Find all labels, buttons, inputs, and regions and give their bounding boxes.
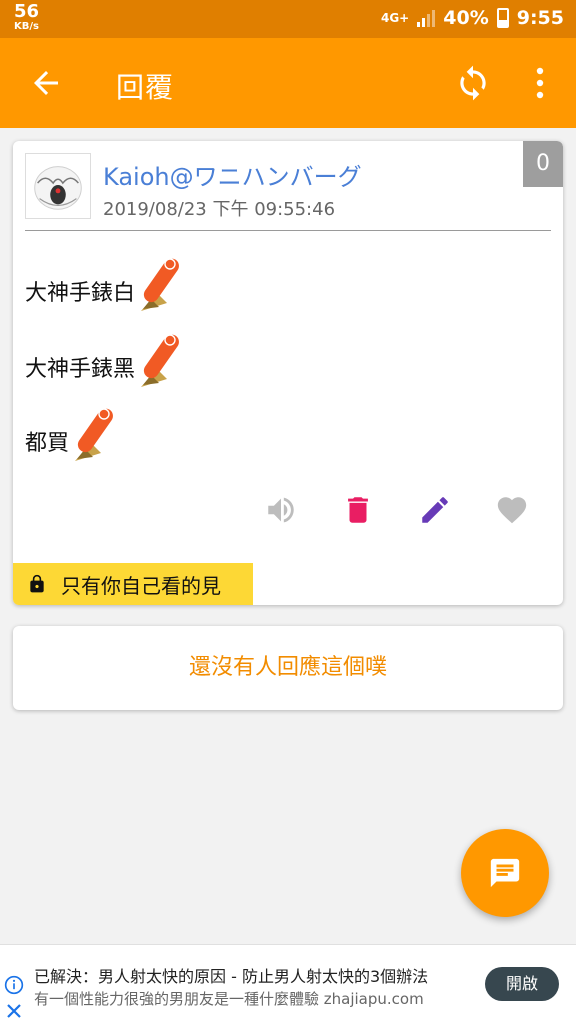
divider xyxy=(25,230,551,231)
privacy-label: 只有你自己看的見 xyxy=(13,563,253,605)
ad-title[interactable]: 已解決：男人射太快的原因 - 防止男人射太快的3個辦法 xyxy=(34,963,428,987)
post-line-text: 大神手錶白 xyxy=(25,281,136,306)
volume-icon[interactable] xyxy=(264,493,298,527)
network-speed-unit: KB/s xyxy=(14,21,39,32)
author-name[interactable]: Kaioh@ワニハンバーグ xyxy=(103,157,362,192)
network-speed-value: 56 xyxy=(14,1,40,22)
battery-percent: 40% xyxy=(443,7,489,29)
response-count-badge: 0 xyxy=(523,141,563,187)
lucky-stick-emoji-icon xyxy=(141,334,179,387)
post-line: 大神手錶白 xyxy=(25,253,183,313)
post-line-text: 大神手錶黑 xyxy=(25,357,136,382)
post-line: 都買 xyxy=(25,403,117,463)
reply-fab[interactable] xyxy=(461,829,549,917)
lucky-stick-emoji-icon xyxy=(141,258,179,311)
post-timestamp: 2019/08/23 下午 09:55:46 xyxy=(103,199,336,220)
battery-icon xyxy=(496,8,509,28)
post-actions xyxy=(13,493,563,529)
post-line: 大神手錶黑 xyxy=(25,329,183,389)
privacy-text: 只有你自己看的見 xyxy=(61,573,221,598)
ad-banner[interactable]: 已解決：男人射太快的原因 - 防止男人射太快的3個辦法 有一個性能力很強的男朋友… xyxy=(0,944,576,1024)
comment-icon xyxy=(490,858,520,888)
app-bar: 回覆 xyxy=(0,38,576,128)
arrow-left-icon[interactable] xyxy=(28,65,64,101)
post-card: Kaioh@ワニハンバーグ 2019/08/23 下午 09:55:46 0 大… xyxy=(13,141,563,605)
status-bar: 56 KB/s 4G+ 40% 9:55 xyxy=(0,0,576,38)
pencil-icon[interactable] xyxy=(418,493,452,527)
page-title: 回覆 xyxy=(116,71,175,104)
lucky-stick-emoji-icon xyxy=(75,408,113,461)
heart-icon[interactable] xyxy=(495,493,529,527)
network-type: 4G+ xyxy=(380,11,410,25)
avatar[interactable] xyxy=(25,153,91,219)
signal-icon xyxy=(417,9,436,27)
ad-open-button[interactable]: 開啟 xyxy=(485,967,559,1001)
more-vert-icon[interactable] xyxy=(530,66,550,100)
clock: 9:55 xyxy=(516,7,564,29)
close-icon[interactable] xyxy=(6,1003,22,1019)
ad-subtitle: 有一個性能力很強的男朋友是一種什麼體驗 zhajiapu.com xyxy=(34,990,424,1008)
info-icon[interactable] xyxy=(4,975,24,995)
no-replies-card: 還沒有人回應這個噗 xyxy=(13,626,563,710)
lock-icon xyxy=(30,574,44,593)
network-speed: 56 KB/s xyxy=(14,3,39,32)
post-line-text: 都買 xyxy=(25,431,70,456)
no-replies-text: 還沒有人回應這個噗 xyxy=(188,655,387,680)
trash-icon[interactable] xyxy=(341,493,375,527)
refresh-icon[interactable] xyxy=(454,64,492,102)
